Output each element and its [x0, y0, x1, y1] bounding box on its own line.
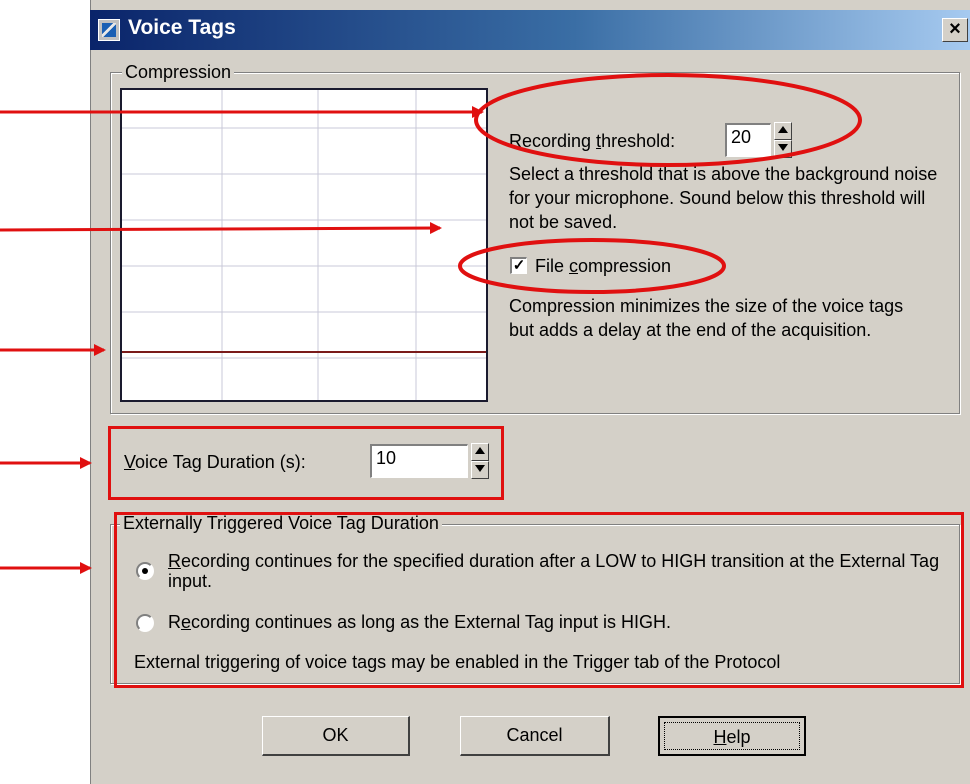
- annotation-ellipse-file-compression: [458, 238, 726, 294]
- annotation-ellipse-threshold: [474, 73, 862, 167]
- annotation-overlay: [0, 73, 862, 574]
- annotation-arrow-help-text: [0, 222, 442, 235]
